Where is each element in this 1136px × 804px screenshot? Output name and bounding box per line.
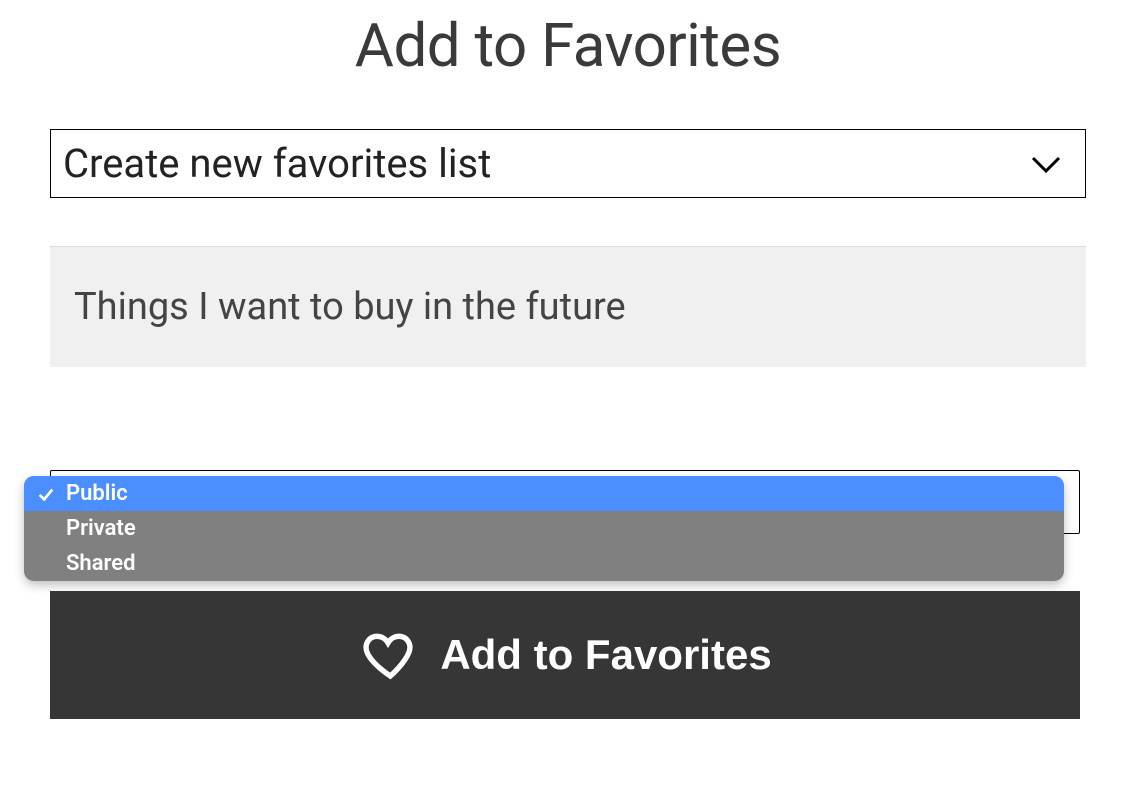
list-name-input[interactable] xyxy=(50,246,1086,367)
favorites-list-select[interactable]: Create new favorites list xyxy=(50,129,1086,198)
visibility-option-private[interactable]: Private xyxy=(24,511,1064,546)
favorites-list-select-label: Create new favorites list xyxy=(63,140,491,187)
visibility-option-public[interactable]: Public xyxy=(24,476,1064,511)
heart-icon xyxy=(358,625,418,685)
add-to-favorites-label: Add to Favorites xyxy=(440,631,771,679)
visibility-option-label: Private xyxy=(66,516,136,541)
visibility-option-label: Shared xyxy=(66,551,135,576)
dialog-title: Add to Favorites xyxy=(50,10,1086,81)
visibility-option-label: Public xyxy=(66,481,128,506)
add-to-favorites-button[interactable]: Add to Favorites xyxy=(50,591,1080,719)
visibility-option-shared[interactable]: Shared xyxy=(24,546,1064,581)
visibility-dropdown[interactable]: Public Private Shared xyxy=(24,476,1064,581)
chevron-down-icon xyxy=(1031,149,1061,179)
check-icon xyxy=(32,485,60,503)
